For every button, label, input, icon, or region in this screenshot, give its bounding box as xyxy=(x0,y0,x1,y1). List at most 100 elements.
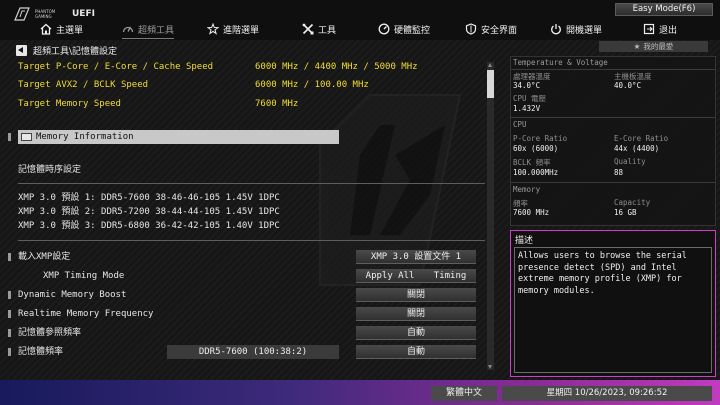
row-bullet xyxy=(8,310,11,318)
xmp-timing-select[interactable]: Apply All Timing xyxy=(356,269,476,283)
menu-main[interactable]: 主選單 xyxy=(40,22,83,36)
home-icon xyxy=(40,23,52,35)
cpu-temp-value: 34.0°C xyxy=(513,81,541,90)
target-cpu-speed-row: Target P-Core / E-Core / Cache Speed 600… xyxy=(18,60,418,74)
dynamic-boost-label: Dynamic Memory Boost xyxy=(18,290,127,300)
menu-main-label: 主選單 xyxy=(56,25,84,36)
capacity-value: 16 GB xyxy=(614,208,637,217)
xmp-profile-1: XMP 3.0 預設 1: DDR5-7600 38-46-46-105 1.4… xyxy=(18,193,280,203)
load-xmp-button[interactable]: XMP 3.0 設置文件 1 xyxy=(356,250,476,264)
ref-freq-label: 記憶體參照頻率 xyxy=(18,328,82,338)
realtime-freq-label: Realtime Memory Frequency xyxy=(18,309,154,319)
menu-tools-label: 工具 xyxy=(318,25,337,36)
menu-oc-tweaker[interactable]: 超頻工具 xyxy=(122,22,175,39)
row-bullet xyxy=(8,348,11,356)
datetime-display: 星期四 10/26/2023, 09:26:52 xyxy=(502,386,712,401)
load-xmp-label: 載入XMP設定 xyxy=(18,252,71,262)
description-text: Allows users to browse the serial presen… xyxy=(514,247,712,373)
menu-exit-label: 退出 xyxy=(659,25,678,36)
scroll-thumb[interactable] xyxy=(487,70,494,98)
row-bullet xyxy=(8,133,11,141)
menu-hw-monitor[interactable]: 硬體監控 xyxy=(378,22,430,36)
hardware-monitor-panel: Temperature & Voltage 處理器溫度 主機板溫度 34.0°C… xyxy=(510,56,716,226)
panel-divider xyxy=(511,69,715,70)
dynamic-boost-select[interactable]: 關閉 xyxy=(356,288,476,302)
target-cpu-speed-label: Target P-Core / E-Core / Cache Speed xyxy=(18,62,214,72)
temp-voltage-header: Temperature & Voltage xyxy=(513,58,608,67)
brand-small-text: PHANTOM GAMING xyxy=(35,9,56,19)
favorite-button[interactable]: ★ 我的最愛 xyxy=(599,41,708,52)
breadcrumb-path: 超頻工具\記憶體設定 xyxy=(33,46,118,57)
description-panel: 描述 Allows users to browse the serial pre… xyxy=(510,230,716,377)
target-cpu-speed-value: 6000 MHz / 4400 MHz / 5000 MHz xyxy=(255,62,418,72)
vcore-label: CPU 電壓 xyxy=(513,94,547,103)
memory-information-label: Memory Information xyxy=(36,132,134,142)
xmp-timing-label: XMP Timing Mode xyxy=(43,271,125,281)
speedometer-icon xyxy=(122,26,134,33)
target-avx-bclk-label: Target AVX2 / BCLK Speed xyxy=(18,80,149,90)
quality-value: 88 xyxy=(614,168,624,177)
star-icon: ★ xyxy=(633,42,641,51)
memory-module-icon xyxy=(21,133,32,141)
phantom-gaming-logo-icon xyxy=(14,7,30,21)
mem-freq-monitor-value: 7600 MHz xyxy=(513,208,550,217)
mb-temp-value: 40.0°C xyxy=(614,81,642,90)
top-header: PHANTOM GAMING UEFI Easy Mode(F6) 主選單 超頻… xyxy=(0,0,720,40)
back-arrow-icon[interactable] xyxy=(16,44,27,56)
bclk-value: 100.000MHz xyxy=(513,168,559,177)
exit-icon xyxy=(643,23,655,35)
target-memory-speed-label: Target Memory Speed xyxy=(18,99,121,109)
language-button[interactable]: 繁體中文 xyxy=(431,386,497,401)
xmp-timing-option-left: Apply All xyxy=(365,271,415,281)
easy-mode-button[interactable]: Easy Mode(F6) xyxy=(615,3,713,16)
star-arrows-icon xyxy=(207,23,219,35)
menu-exit[interactable]: 退出 xyxy=(643,22,677,36)
menu-tools[interactable]: 工具 xyxy=(302,22,336,36)
row-bullet xyxy=(8,291,11,299)
cpu-header: CPU xyxy=(513,120,527,129)
footer-bar: 繁體中文 星期四 10/26/2023, 09:26:52 xyxy=(0,380,720,405)
breadcrumb: 超頻工具\記憶體設定 xyxy=(16,44,118,57)
xmp-profile-2: XMP 3.0 預設 2: DDR5-7200 38-44-44-105 1.4… xyxy=(18,207,280,217)
scroll-up-icon[interactable] xyxy=(488,63,492,67)
tools-icon xyxy=(302,23,314,35)
ecore-label: E-Core Ratio xyxy=(614,134,669,143)
brand-uefi-text: UEFI xyxy=(72,9,95,19)
menu-security-label: 安全界面 xyxy=(481,25,518,36)
menu-hw-monitor-label: 硬體監控 xyxy=(394,25,431,36)
menu-security[interactable]: 安全界面 xyxy=(465,22,517,36)
scroll-down-icon[interactable] xyxy=(488,365,492,369)
section-divider xyxy=(18,183,485,184)
row-bullet xyxy=(8,329,11,337)
memory-information-item[interactable]: Memory Information xyxy=(18,130,339,144)
realtime-freq-select[interactable]: 關閉 xyxy=(356,307,476,321)
monitor-gauge-icon xyxy=(378,23,390,35)
target-memory-speed-value: 7600 MHz xyxy=(255,99,299,109)
timing-section-title: 記憶體時序設定 xyxy=(18,165,82,175)
memory-header: Memory xyxy=(513,185,541,194)
pcore-value: 60x (6000) xyxy=(513,144,559,153)
row-bullet xyxy=(8,253,11,261)
menu-boot[interactable]: 開機選單 xyxy=(550,22,602,36)
ecore-value: 44x (4400) xyxy=(614,144,660,153)
quality-label: Quality xyxy=(614,157,646,166)
mem-freq-select[interactable]: 自動 xyxy=(356,345,476,359)
bclk-label: BCLK 頻率 xyxy=(513,158,551,167)
xmp-profile-3: XMP 3.0 預設 3: DDR5-6800 36-42-42-105 1.4… xyxy=(18,221,280,231)
target-avx-bclk-row: Target AVX2 / BCLK Speed 6000 MHz / 100.… xyxy=(18,78,369,92)
menu-advanced-label: 進階選單 xyxy=(223,25,260,36)
brand: PHANTOM GAMING UEFI xyxy=(14,6,95,22)
xmp-timing-option-right: Timing xyxy=(433,271,467,281)
menu-boot-label: 開機選單 xyxy=(566,25,603,36)
shield-icon xyxy=(465,23,477,35)
description-title: 描述 xyxy=(515,236,534,246)
power-icon xyxy=(551,24,561,35)
menu-oc-tweaker-label: 超頻工具 xyxy=(138,25,175,36)
menu-advanced[interactable]: 進階選單 xyxy=(207,22,259,36)
vcore-value: 1.432V xyxy=(513,104,541,113)
panel-divider xyxy=(511,182,715,183)
ref-freq-select[interactable]: 自動 xyxy=(356,326,476,340)
scrollbar[interactable] xyxy=(487,62,494,370)
panel-divider xyxy=(511,117,715,118)
target-memory-speed-row: Target Memory Speed 7600 MHz xyxy=(18,97,298,111)
